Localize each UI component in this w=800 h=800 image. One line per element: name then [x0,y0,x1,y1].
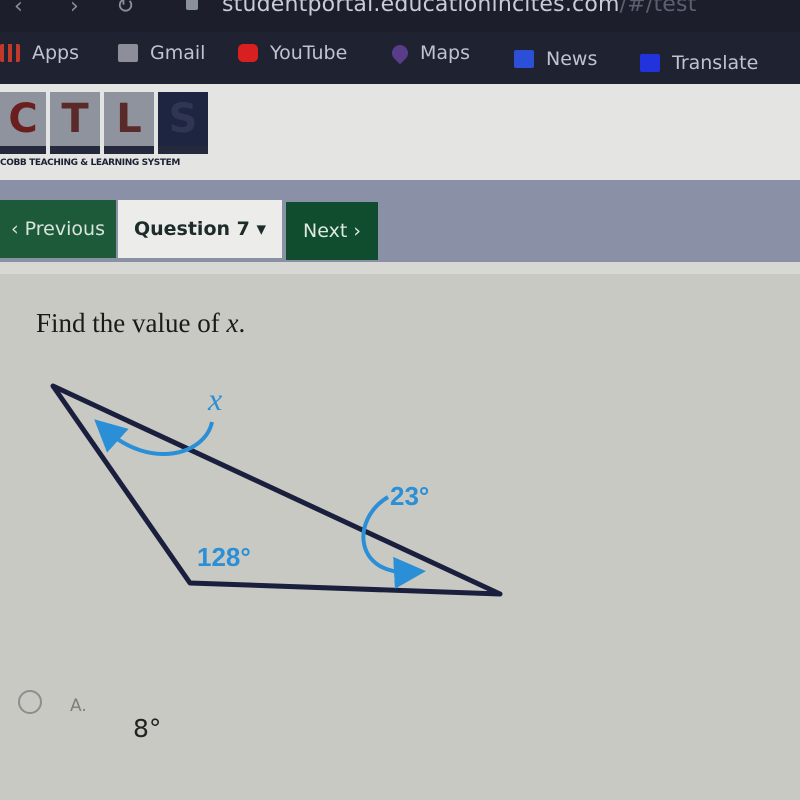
bookmark-label: Maps [420,42,470,64]
lock-icon [186,0,198,10]
reload-icon[interactable]: ↻ [116,0,134,19]
url-domain: studentportal.educationincites.com [222,0,620,17]
url-path: /#/test [619,0,697,17]
triangle-shape [50,383,503,597]
content-divider [0,262,800,274]
forward-icon[interactable]: › [70,0,79,19]
apps-grid-icon [0,44,20,62]
angle-23-label: 23° [390,481,429,511]
bookmark-news[interactable]: News [514,48,597,70]
bookmark-apps[interactable]: Apps [0,42,79,64]
logo-letter-t: T [50,92,100,154]
previous-button[interactable]: ‹ Previous [0,200,116,258]
bookmark-youtube[interactable]: YouTube [238,42,347,64]
answer-choice-a[interactable]: A. [18,690,87,716]
ctls-logo: C T L S [0,92,208,158]
gmail-icon [118,44,138,62]
bookmark-maps[interactable]: Maps [388,41,470,65]
back-icon[interactable]: ‹ [14,0,23,19]
bookmark-gmail[interactable]: Gmail [118,42,205,64]
youtube-icon [238,44,258,62]
triangle-figure: x 23° 128° [50,381,503,597]
bookmark-label: News [546,48,598,70]
bookmark-label: YouTube [270,42,348,64]
choice-letter: A. [70,696,87,716]
choice-value: 8° [133,714,162,743]
bookmark-translate[interactable]: Translate [640,52,758,74]
angle-128-label: 128° [197,542,251,572]
angle-x-label: x [207,381,222,417]
bookmark-label: Gmail [150,42,206,64]
bookmark-label: Translate [672,52,759,74]
radio-button[interactable] [18,690,42,714]
question-selector-dropdown[interactable]: Question 7 ▾ [118,200,282,258]
logo-letter-s: S [158,92,208,154]
maps-pin-icon [388,41,412,65]
news-icon [514,50,534,68]
browser-url-bar: ‹ › ↻ studentportal.educationincites.com… [0,0,800,32]
logo-letter-l: L [104,92,154,154]
logo-tagline: COBB TEACHING & LEARNING SYSTEM [0,158,180,168]
next-button[interactable]: Next › [286,202,378,260]
address-bar[interactable]: studentportal.educationincites.com/#/tes… [222,0,697,17]
bookmarks-bar: Apps Gmail YouTube Maps News Translate [0,32,800,84]
bookmark-label: Apps [32,42,80,64]
logo-letter-c: C [0,92,46,154]
translate-icon [640,54,660,72]
